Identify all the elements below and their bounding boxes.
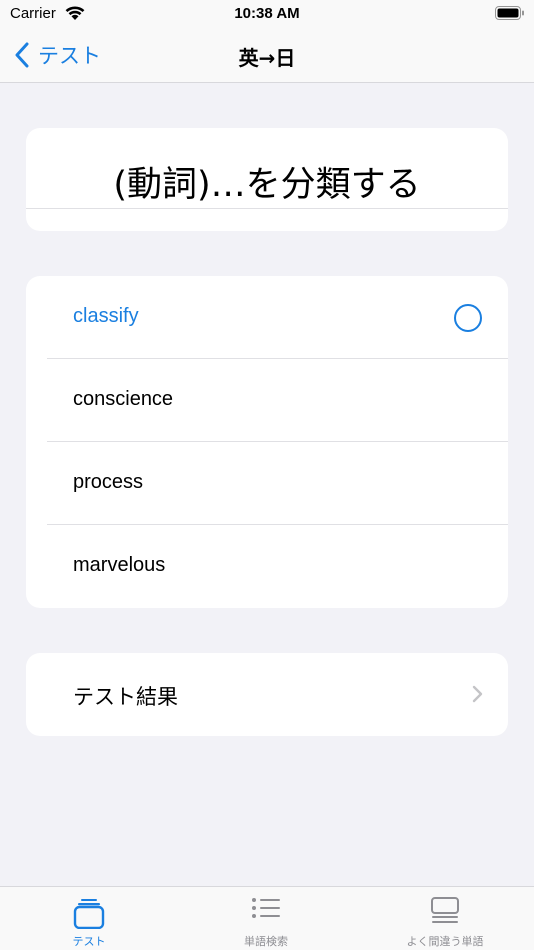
- choice-label: conscience: [73, 388, 174, 410]
- chevron-right-icon: [472, 685, 483, 703]
- list-icon: [252, 898, 280, 918]
- stack-icon: [431, 897, 459, 923]
- page-title: 英→日: [238, 46, 296, 70]
- choice-label: marvelous: [73, 554, 166, 576]
- choice-option-3[interactable]: process: [26, 442, 508, 525]
- tab-test[interactable]: テスト: [30, 887, 148, 950]
- test-result-button[interactable]: テスト結果: [26, 653, 508, 736]
- battery-icon: [495, 6, 524, 20]
- radio-circle-icon: [454, 304, 482, 332]
- choices-list: classify conscience process marvelous: [26, 276, 508, 608]
- question-text: (動詞)…を分類する: [113, 165, 421, 205]
- tab-frequently-missed[interactable]: よく間違う単語: [384, 887, 506, 950]
- divider: [26, 208, 508, 209]
- tab-label: テスト: [72, 935, 106, 948]
- tab-word-search[interactable]: 単語検索: [207, 887, 325, 950]
- choice-option-4[interactable]: marvelous: [26, 525, 508, 608]
- cards-icon: [73, 899, 105, 929]
- choice-label: classify: [73, 305, 139, 327]
- choice-label: process: [73, 471, 144, 493]
- tab-label: 単語検索: [244, 935, 288, 948]
- status-bar: Carrier 10:38 AM: [0, 0, 534, 28]
- clock: 10:38 AM: [234, 5, 300, 22]
- tab-bar: テスト 単語検索 よく間違う単語: [0, 886, 534, 950]
- question-card: (動詞)…を分類する: [26, 128, 508, 231]
- choice-option-2[interactable]: conscience: [26, 359, 508, 442]
- choice-option-1[interactable]: classify: [26, 276, 508, 359]
- navigation-bar: テスト 英→日: [0, 28, 534, 83]
- tab-label: よく間違う単語: [406, 935, 484, 948]
- test-result-label: テスト結果: [73, 685, 178, 709]
